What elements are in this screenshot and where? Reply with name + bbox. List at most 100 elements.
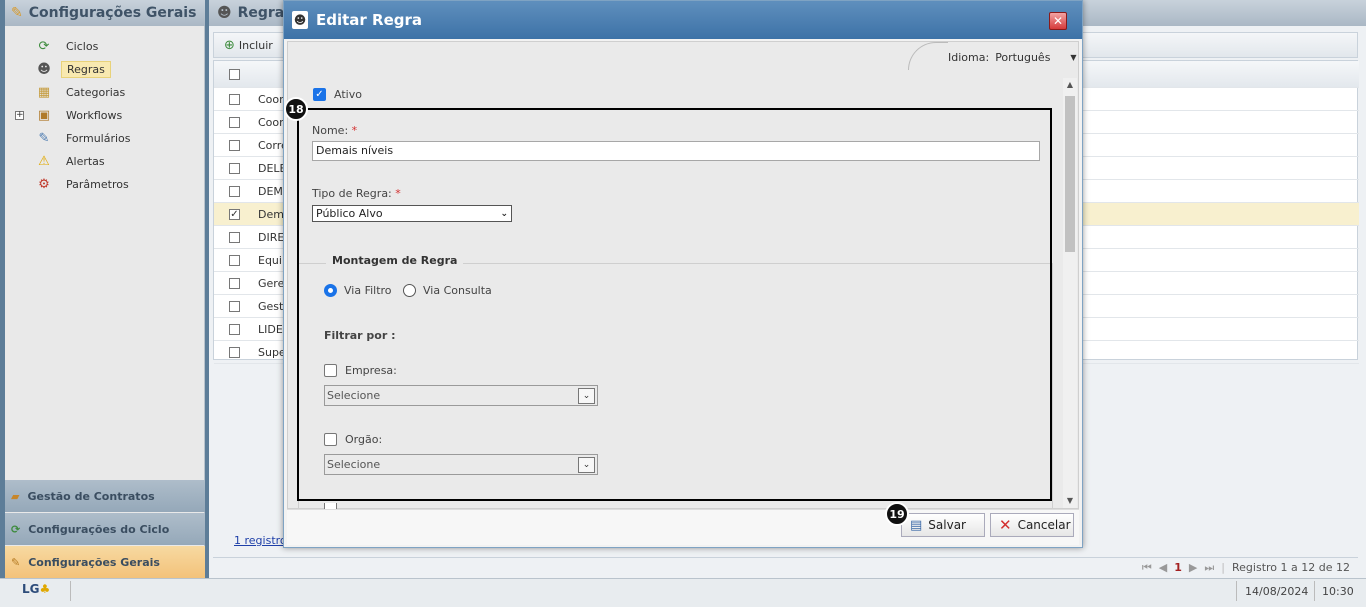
sidebar-item-alertas[interactable]: ⚠ Alertas (35, 151, 110, 171)
sidebar-item-label: Regras (61, 60, 111, 78)
sidebar-item-label: Parâmetros (66, 177, 129, 191)
pager-divider: | (1221, 561, 1226, 574)
sidebar-item-label: Categorias (66, 85, 126, 99)
row-checkbox[interactable] (229, 277, 240, 289)
accordion-config-gerais[interactable]: ✎ Configurações Gerais (5, 546, 205, 578)
sidebar-header: ✎ Configurações Gerais (5, 0, 205, 26)
divider (70, 581, 71, 601)
gear-icon: ⚙ (38, 176, 50, 192)
row-checkbox[interactable] (229, 254, 240, 266)
sidebar-item-categorias[interactable]: ▦ Categorias (35, 82, 130, 102)
pager-info: Registro 1 a 12 de 12 (1232, 561, 1350, 574)
user-icon: ☻ (292, 11, 308, 29)
form-icon: ✎ (38, 130, 50, 146)
ativo-label: Ativo (334, 88, 362, 101)
dialog-body: Idioma: Português ▼ ▲ ▼ ✓ Ativo Nome: * … (287, 41, 1079, 523)
pager: ⏮ ◀ 1 ▶ ⏭ | Registro 1 a 12 de 12 (213, 557, 1358, 577)
annotation-badge: 19 (885, 502, 909, 526)
accordion-config-ciclo[interactable]: ⟳ Configurações do Ciclo (5, 513, 205, 545)
sidebar-item-workflows[interactable]: ▣ Workflows (35, 105, 127, 125)
save-button[interactable]: ▤ Salvar (901, 513, 985, 537)
idioma-value: Português (995, 51, 1051, 64)
workflow-icon: ▣ (37, 107, 51, 123)
annotation-badge: 18 (284, 97, 308, 121)
expand-icon[interactable]: + (15, 111, 24, 120)
rule-name-cell: Supe (258, 345, 286, 359)
row-checkbox[interactable]: ✓ (229, 208, 240, 220)
add-label: Incluir (238, 38, 273, 52)
ativo-field: ✓ Ativo (313, 88, 362, 101)
sidebar-item-label: Workflows (66, 108, 123, 122)
sidebar-item-parametros[interactable]: ⚙ Parâmetros (35, 174, 134, 194)
rule-name-cell: DIRE (258, 230, 285, 244)
logo-mark-icon: ♣ (39, 582, 51, 596)
rule-name-cell: LIDEI (258, 322, 287, 336)
row-checkbox[interactable] (229, 139, 240, 151)
folder-icon: ▰ (11, 489, 20, 503)
last-page-icon[interactable]: ⏭ (1204, 561, 1214, 575)
ativo-checkbox[interactable]: ✓ (313, 88, 326, 101)
language-selector[interactable]: Idioma: Português ▼ (948, 44, 1114, 71)
wrench-icon: ✎ (11, 5, 23, 21)
row-checkbox[interactable] (229, 185, 240, 197)
status-time: 10:30 (1322, 585, 1354, 598)
cancel-label: Cancelar (1017, 518, 1071, 532)
status-date: 14/08/2024 (1245, 585, 1309, 598)
sidebar-item-label: Alertas (66, 154, 105, 168)
save-label: Salvar (928, 518, 966, 532)
plus-icon: ⊕ (224, 37, 235, 53)
sidebar: ✎ Configurações Gerais ⟳ Ciclos ☻ Regras… (5, 0, 205, 578)
user-icon: ☻ (37, 61, 51, 77)
logo: LG♣ (22, 582, 50, 596)
save-icon: ▤ (910, 517, 923, 533)
cancel-button[interactable]: ✕ Cancelar (990, 513, 1074, 537)
row-checkbox[interactable] (229, 346, 240, 358)
accordion-gestao-contratos[interactable]: ▰ Gestão de Contratos (5, 480, 205, 512)
accordion-label: Configurações do Ciclo (28, 522, 170, 536)
sidebar-item-regras[interactable]: ☻ Regras (35, 59, 111, 79)
sidebar-item-ciclos[interactable]: ⟳ Ciclos (35, 36, 103, 56)
vertical-scrollbar[interactable]: ▲ ▼ (1063, 78, 1077, 508)
tab-curve (908, 42, 948, 70)
dialog-footer: ▤ Salvar ✕ Cancelar (287, 509, 1079, 545)
accordion-label: Configurações Gerais (28, 555, 160, 569)
category-icon: ▦ (37, 84, 51, 100)
divider (1314, 581, 1315, 601)
row-checkbox[interactable] (229, 323, 240, 335)
annotation-highlight-box (297, 108, 1052, 501)
row-checkbox[interactable] (229, 300, 240, 312)
divider (1236, 581, 1237, 601)
idioma-label: Idioma: (948, 51, 990, 64)
add-button[interactable]: ⊕ Incluir (224, 38, 273, 53)
cycle-icon: ⟳ (11, 522, 21, 536)
dialog-title: Editar Regra (316, 11, 423, 29)
scroll-thumb[interactable] (1065, 96, 1075, 252)
accordion-label: Gestão de Contratos (27, 489, 155, 503)
dropdown-arrow-icon: ▼ (1070, 53, 1077, 62)
logo-text: LG (22, 582, 40, 596)
rule-name-cell: Coor (258, 115, 284, 129)
sidebar-item-label: Ciclos (66, 39, 99, 53)
sidebar-item-formularios[interactable]: ✎ Formulários (35, 128, 136, 148)
rule-name-cell: Coor (258, 92, 284, 106)
row-checkbox[interactable] (229, 162, 240, 174)
scroll-down-icon[interactable]: ▼ (1065, 496, 1075, 505)
dialog-title-bar[interactable]: ☻ Editar Regra (284, 1, 1082, 39)
first-page-icon[interactable]: ⏮ (1142, 561, 1152, 575)
close-icon: ✕ (999, 516, 1012, 534)
row-checkbox[interactable] (229, 116, 240, 128)
user-icon: ☻ (217, 5, 232, 21)
row-checkbox[interactable] (229, 231, 240, 243)
warning-icon: ⚠ (38, 153, 50, 169)
edit-rule-dialog: ☻ Editar Regra ✕ Idioma: Português ▼ ▲ ▼… (283, 0, 1083, 548)
sidebar-title: Configurações Gerais (28, 5, 197, 21)
next-page-icon[interactable]: ▶ (1189, 561, 1197, 574)
cycle-icon: ⟳ (38, 38, 50, 54)
select-all-checkbox[interactable] (229, 68, 240, 80)
row-checkbox[interactable] (229, 93, 240, 105)
close-button[interactable]: ✕ (1049, 12, 1067, 30)
wrench-icon: ✎ (11, 555, 21, 569)
prev-page-icon[interactable]: ◀ (1159, 561, 1167, 574)
scroll-up-icon[interactable]: ▲ (1065, 80, 1075, 89)
sidebar-item-label: Formulários (66, 131, 131, 145)
